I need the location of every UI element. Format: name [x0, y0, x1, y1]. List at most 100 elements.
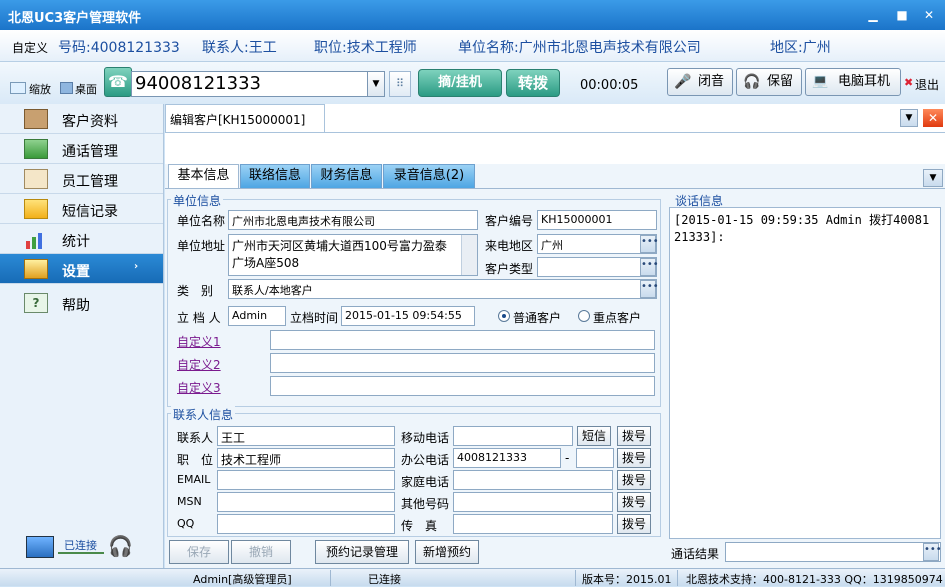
caller-area-field[interactable]: 广州	[537, 234, 657, 254]
keypad-icon[interactable]: ⠿	[389, 71, 411, 97]
sidebar-item-sms[interactable]: 短信记录	[0, 194, 163, 224]
call-result-field[interactable]	[725, 542, 941, 562]
sidebar-item-settings[interactable]: 设置 ›	[0, 254, 163, 284]
radio-key-customer[interactable]	[578, 310, 590, 322]
sidebar-item-customer[interactable]: 客户资料	[0, 104, 163, 134]
mobile-field[interactable]	[453, 426, 573, 446]
create-time-label: 立档时间	[290, 311, 339, 325]
dial-home-button[interactable]: 拨号	[617, 470, 651, 490]
sidebar-item-label: 统计	[62, 234, 90, 250]
custom2-field[interactable]	[270, 353, 655, 373]
creator-field[interactable]: Admin	[228, 306, 286, 326]
close-button[interactable]: ✕	[918, 6, 940, 24]
microphone-icon: 🎤	[674, 74, 692, 90]
headset-icon: 🎧	[108, 534, 133, 558]
tab-recording-info[interactable]: 录音信息(2)	[383, 164, 475, 188]
category-field[interactable]: 联系人/本地客户	[228, 279, 657, 299]
appointment-management-button[interactable]: 预约记录管理	[315, 540, 409, 564]
transfer-button[interactable]: 转拨	[506, 69, 560, 97]
extension-field[interactable]	[576, 448, 614, 468]
mute-button[interactable]: 🎤 闭音	[667, 68, 733, 96]
radio-normal-label[interactable]: 普通客户	[513, 309, 561, 326]
pickup-hangup-button[interactable]: 摘/挂机	[418, 69, 502, 97]
dial-other-button[interactable]: 拨号	[617, 492, 651, 512]
window-title: 北恩UC3客户管理软件	[8, 11, 142, 26]
status-separator	[575, 570, 576, 586]
home-phone-field[interactable]	[453, 470, 613, 490]
custom1-field[interactable]	[270, 330, 655, 350]
call-result-more-icon[interactable]: •••	[923, 543, 942, 561]
customer-card-icon	[24, 109, 48, 129]
tab-finance-info[interactable]: 财务信息	[311, 164, 382, 188]
customer-type-field[interactable]	[537, 257, 657, 277]
customer-code-label: 客户编号	[485, 214, 534, 228]
customer-code-field[interactable]: KH15000001	[537, 210, 657, 230]
shrink-label[interactable]: 缩放	[29, 81, 51, 97]
address-scrollbar[interactable]	[461, 235, 477, 275]
customer-type-more-icon[interactable]: •••	[640, 258, 659, 276]
contact-name-field[interactable]: 王工	[217, 426, 395, 446]
minimize-button[interactable]: ▁	[862, 6, 884, 24]
desktop-label[interactable]: 桌面	[75, 81, 97, 97]
unit-address-field[interactable]: 广州市天河区黄埔大道西100号富力盈泰广场A座508	[228, 234, 478, 276]
dial-fax-button[interactable]: 拨号	[617, 514, 651, 534]
hold-label: 保留	[767, 74, 794, 89]
main-panel: 编辑客户[KH15000001] ▼ ✕ 基本信息 联络信息 财务信息 录音信息…	[165, 104, 945, 568]
custom1-link[interactable]: 自定义1	[177, 333, 221, 350]
doc-menu-chevron-down-icon[interactable]: ▼	[900, 109, 918, 127]
sidebar-item-stats[interactable]: 统计	[0, 224, 163, 254]
sidebar-item-help[interactable]: ? 帮助	[0, 288, 163, 318]
maximize-button[interactable]: ■	[891, 6, 913, 24]
custom3-link[interactable]: 自定义3	[177, 379, 221, 396]
creator-label: 立 档 人	[177, 311, 221, 325]
sms-button[interactable]: 短信	[577, 426, 611, 446]
msn-label: MSN	[177, 495, 202, 508]
title-bar: 北恩UC3客户管理软件 ▁ ■ ✕	[0, 0, 945, 30]
exit-x-icon[interactable]: ✖	[904, 76, 913, 89]
unit-name-label: 单位名称	[177, 214, 226, 228]
category-more-icon[interactable]: •••	[640, 280, 659, 298]
custom3-field[interactable]	[270, 376, 655, 396]
tabs-chevron-down-icon[interactable]: ▼	[923, 169, 943, 187]
fax-field[interactable]	[453, 514, 613, 534]
dial-mobile-button[interactable]: 拨号	[617, 426, 651, 446]
other-number-field[interactable]	[453, 492, 613, 512]
create-time-field[interactable]: 2015-01-15 09:54:55	[341, 306, 475, 326]
dial-input[interactable]: 94008121333	[131, 71, 368, 97]
email-field[interactable]	[217, 470, 395, 490]
radio-normal-customer[interactable]	[498, 310, 510, 322]
toolbar: 缩放 桌面 ☎ 94008121333 ▼ ⠿ 摘/挂机 转拨 00:00:05…	[0, 62, 945, 104]
customer-info-bar: 自定义 号码:4008121333 联系人:王工 职位:技术工程师 单位名称:广…	[0, 30, 945, 62]
office-phone-field[interactable]: 4008121333	[453, 448, 561, 468]
talk-info-textarea[interactable]: [2015-01-15 09:59:35 Admin 拨打4008121333]…	[669, 207, 941, 539]
shrink-icon[interactable]	[10, 82, 26, 94]
tab-contact-info[interactable]: 联络信息	[240, 164, 310, 188]
hold-button[interactable]: 🎧 保留	[736, 68, 802, 96]
msn-field[interactable]	[217, 492, 395, 512]
doc-close-icon[interactable]: ✕	[923, 109, 943, 127]
chevron-right-icon: ›	[134, 261, 139, 272]
caller-area-more-icon[interactable]: •••	[640, 235, 659, 253]
new-appointment-button[interactable]: 新增预约	[415, 540, 479, 564]
dial-office-button[interactable]: 拨号	[617, 448, 651, 468]
sidebar-item-calls[interactable]: 通话管理	[0, 134, 163, 164]
contact-position-field[interactable]: 技术工程师	[217, 448, 395, 468]
sidebar-item-label: 设置	[62, 264, 90, 280]
doc-tab-edit-customer[interactable]: 编辑客户[KH15000001]	[165, 104, 325, 132]
unit-name-field[interactable]: 广州市北恩电声技术有限公司	[228, 210, 478, 230]
save-button[interactable]: 保存	[169, 540, 229, 564]
exit-button[interactable]: 退出	[915, 76, 939, 93]
cancel-button[interactable]: 撤销	[231, 540, 291, 564]
desktop-icon[interactable]	[60, 82, 73, 94]
radio-key-label[interactable]: 重点客户	[593, 309, 641, 326]
mute-label: 闭音	[698, 74, 725, 89]
qq-field[interactable]	[217, 514, 395, 534]
tab-basic-info[interactable]: 基本信息	[168, 164, 239, 188]
phone-icon[interactable]: ☎	[104, 67, 132, 97]
dial-dropdown-chevron-down-icon[interactable]: ▼	[367, 71, 385, 97]
headphones-icon: 🎧	[743, 74, 761, 90]
call-management-icon	[24, 139, 48, 159]
sidebar-item-staff[interactable]: 员工管理	[0, 164, 163, 194]
pc-headset-button[interactable]: 💻 电脑耳机	[805, 68, 901, 96]
custom2-link[interactable]: 自定义2	[177, 356, 221, 373]
